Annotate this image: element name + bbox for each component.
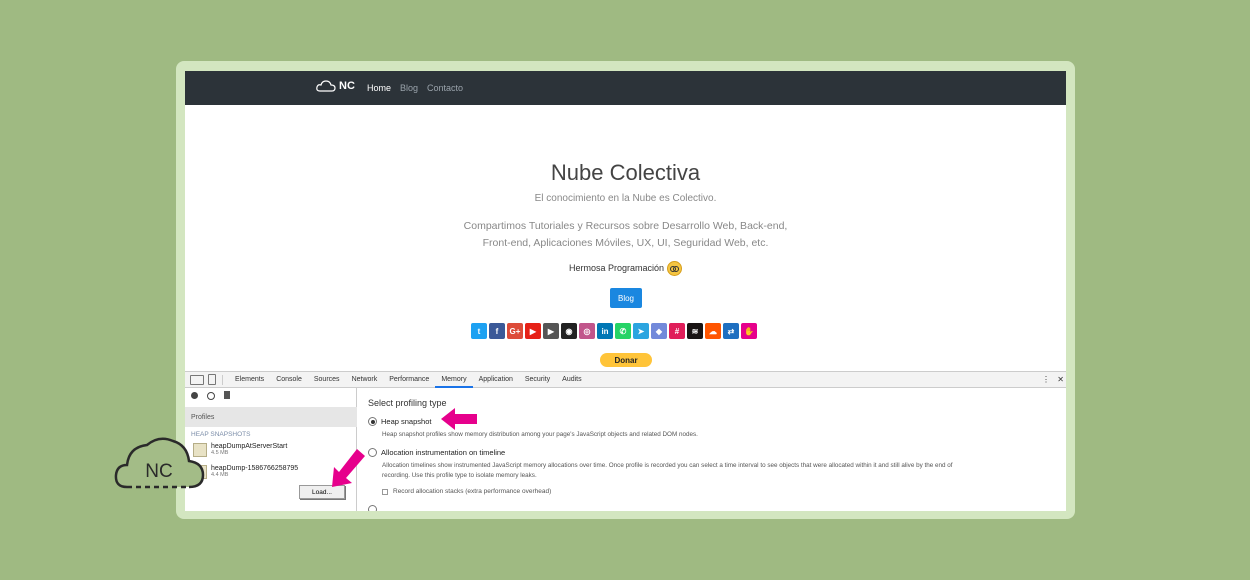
facebook-icon[interactable]: f (489, 323, 505, 339)
allocation-timeline-radio[interactable] (368, 448, 377, 457)
option-allocation-timeline[interactable]: Allocation instrumentation on timeline (368, 448, 505, 457)
tagline: Hermosa Programación (185, 261, 1066, 276)
description-line: Allocation timelines show instrumented J… (382, 462, 953, 469)
profile-toolbar (191, 391, 230, 400)
brand-text: NC (339, 80, 355, 92)
devtools-tabbar: Elements Console Sources Network Performance… (185, 372, 1066, 388)
partial-radio[interactable] (368, 505, 377, 511)
tab-performance[interactable]: Performance (383, 372, 435, 388)
more-options-icon[interactable]: ⋮ (1042, 375, 1050, 384)
github-icon[interactable]: ◉ (561, 323, 577, 339)
profiles-header: Profiles (185, 407, 357, 427)
tab-security[interactable]: Security (519, 372, 556, 388)
checkbox-label: Record allocation stacks (extra performa… (393, 488, 552, 495)
snapshot-size: 4.4 MB (211, 472, 229, 478)
option-label: Allocation instrumentation on timeline (381, 448, 506, 457)
option-partial[interactable] (368, 505, 377, 511)
navbar: NC Home Blog Contacto (185, 71, 1066, 105)
browser-viewport: NC Home Blog Contacto Nube Colectiva El … (185, 71, 1066, 511)
tagline-text: Hermosa Programación (568, 262, 665, 273)
record-icon[interactable] (191, 392, 198, 399)
tab-memory[interactable]: Memory (435, 372, 473, 388)
nav-home[interactable]: Home (367, 83, 391, 93)
nav-contacto[interactable]: Contacto (427, 83, 463, 93)
youtube-icon[interactable]: ▶ (525, 323, 541, 339)
clear-icon[interactable] (207, 392, 215, 400)
description-line-1: Compartimos Tutoriales y Recursos sobre … (463, 220, 788, 232)
option-description: Heap snapshot profiles show memory distr… (382, 431, 698, 438)
tab-application[interactable]: Application (473, 372, 519, 388)
snapshot-name: heapDumpAtServerStart (211, 443, 288, 450)
hands-icon[interactable]: ✋ (741, 323, 757, 339)
device-toggle-icon[interactable] (208, 374, 216, 385)
tab-sources[interactable]: Sources (308, 372, 346, 388)
google-plus-icon[interactable]: G+ (507, 323, 523, 339)
devtools-panel: Elements Console Sources Network Performance… (185, 371, 1066, 511)
record-stacks-checkbox-row[interactable]: Record allocation stacks (extra performa… (382, 488, 551, 495)
instagram-icon[interactable]: ◎ (579, 323, 595, 339)
video-icon[interactable]: ▶ (543, 323, 559, 339)
slack-icon[interactable]: # (669, 323, 685, 339)
twitter-icon[interactable]: t (471, 323, 487, 339)
link-icon[interactable]: ⇄ (723, 323, 739, 339)
whatsapp-icon[interactable]: ✆ (615, 323, 631, 339)
pointer-arrow-icon (332, 449, 365, 487)
snapshot-name: heapDump-1586766258795 (211, 465, 299, 472)
navbar-brand[interactable]: NC (316, 80, 355, 92)
linkedin-icon[interactable]: in (597, 323, 613, 339)
option-description: Allocation timelines show instrumented J… (382, 461, 1052, 481)
option-label: Heap snapshot (381, 417, 432, 426)
tab-network[interactable]: Network (346, 372, 384, 388)
page-subtitle: El conocimiento en la Nube es Colectivo. (534, 193, 717, 204)
tab-audits[interactable]: Audits (556, 372, 587, 388)
nerd-emoji-icon (667, 261, 683, 276)
record-stacks-checkbox[interactable] (382, 488, 388, 495)
option-heap-snapshot[interactable]: Heap snapshot (368, 417, 431, 426)
blog-button[interactable]: Blog (610, 288, 642, 308)
heap-snapshot-radio[interactable] (368, 417, 377, 426)
nc-cloud-logo: NC (114, 437, 205, 489)
nav-links: Home Blog Contacto (367, 83, 463, 93)
trash-icon[interactable] (224, 391, 230, 399)
description-line-2: Front-end, Aplicaciones Móviles, UX, UI,… (482, 237, 769, 249)
close-icon[interactable]: ✕ (1057, 375, 1064, 384)
pointer-arrow-icon (441, 408, 477, 430)
donate-button[interactable]: Donar (600, 353, 652, 367)
social-icons: t f G+ ▶ ▶ ◉ ◎ in ✆ ➤ ◆ # ≋ ☁ ⇄ ✋ (471, 323, 757, 339)
discord-icon[interactable]: ◆ (651, 323, 667, 339)
soundcloud-icon[interactable]: ☁ (705, 323, 721, 339)
logo-text: NC (145, 461, 172, 482)
select-profiling-title: Select profiling type (368, 398, 447, 408)
cloud-icon (316, 80, 336, 92)
page-title: Nube Colectiva (550, 160, 701, 185)
tab-console[interactable]: Console (270, 372, 308, 388)
page-description: Compartimos Tutoriales y Recursos sobre … (185, 218, 1066, 252)
tab-elements[interactable]: Elements (229, 372, 270, 388)
divider (222, 374, 223, 385)
telegram-icon[interactable]: ➤ (633, 323, 649, 339)
description-line: recording. Use this profile type to isol… (382, 472, 537, 479)
nav-blog[interactable]: Blog (400, 83, 418, 93)
snapshot-size: 4.5 MB (211, 450, 229, 456)
inspect-icon[interactable] (190, 374, 204, 385)
spotify-icon[interactable]: ≋ (687, 323, 703, 339)
